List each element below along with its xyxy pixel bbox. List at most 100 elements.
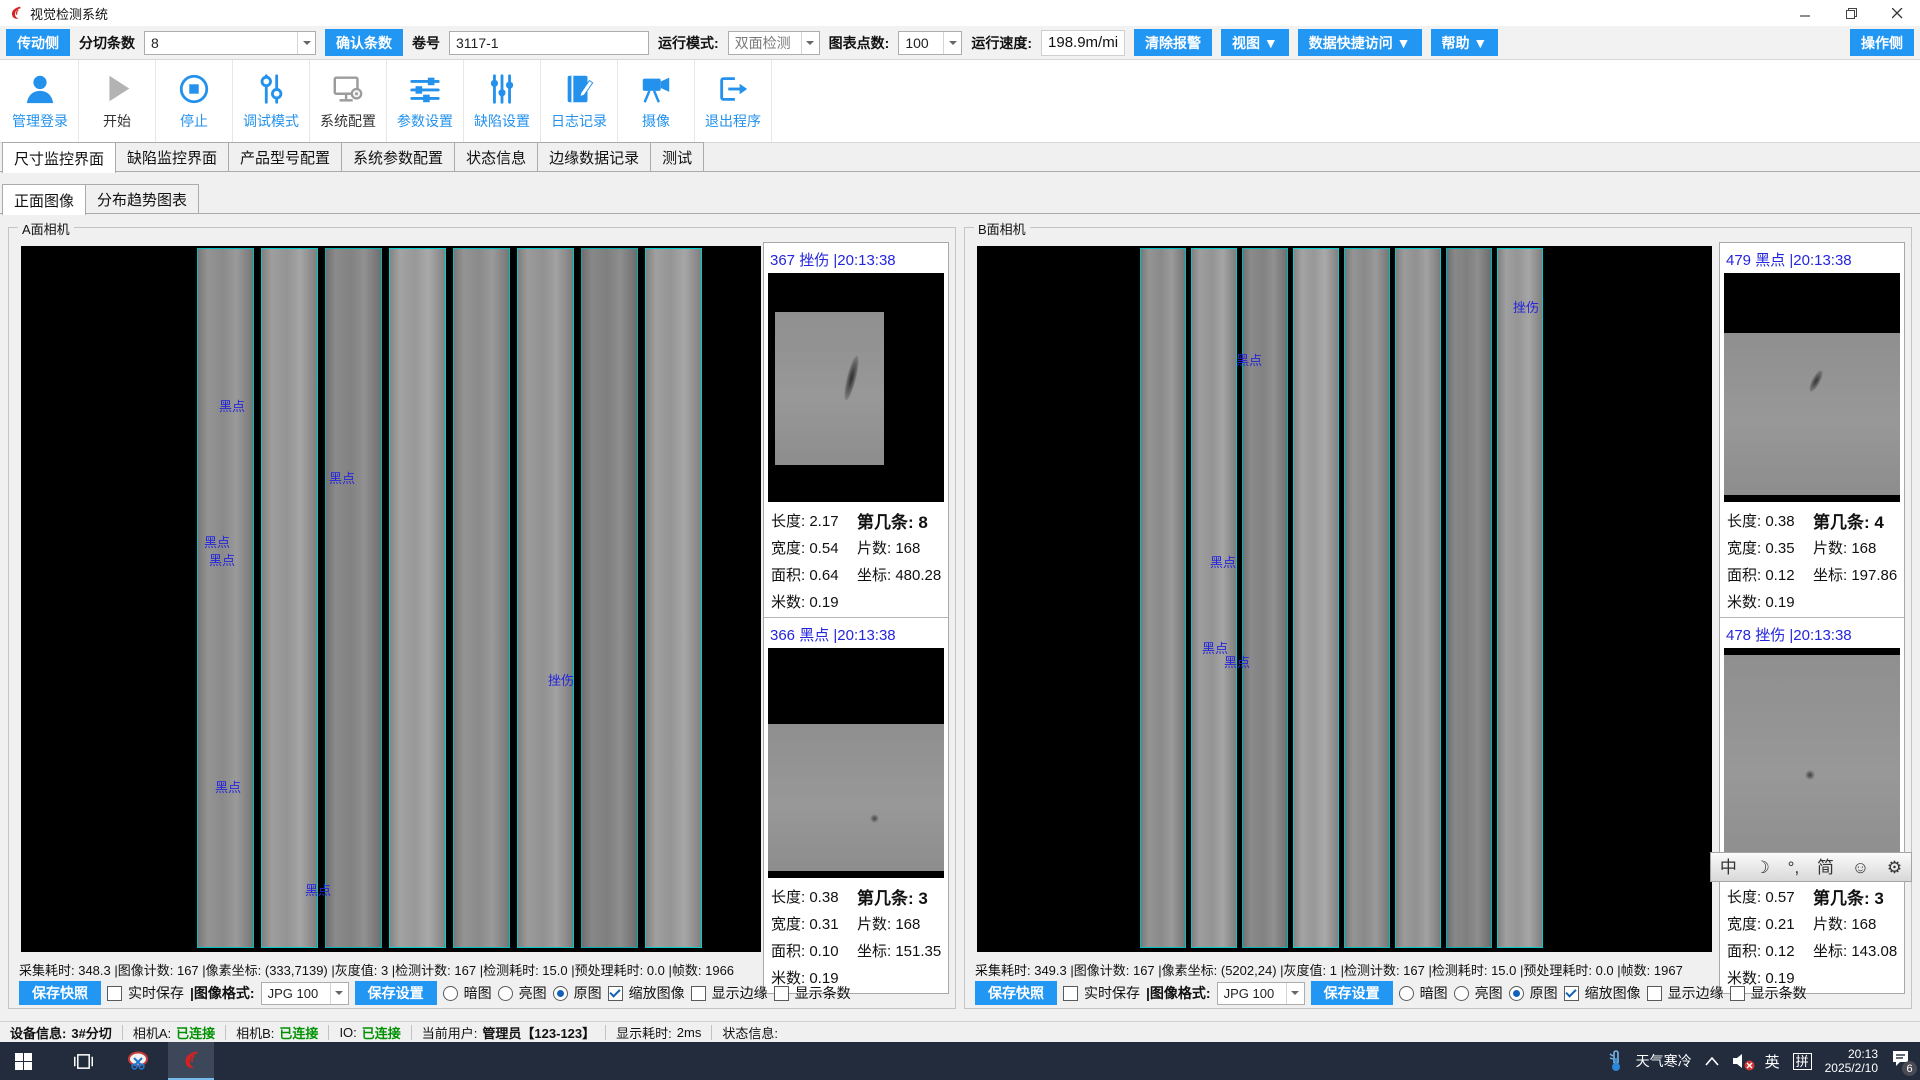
realtime-save-checkbox[interactable] [107, 986, 122, 1001]
stat-value: 0.19 [1765, 594, 1794, 611]
defect-card[interactable]: 367 挫伤 |20:13:38 长度: 2.17第几条: 8 宽度: 0.54… [764, 243, 948, 618]
weather-status[interactable]: 天气寒冷 [1636, 1051, 1692, 1071]
film-strip [1140, 248, 1186, 948]
original-image-radio[interactable] [1509, 986, 1524, 1001]
notification-center-button[interactable]: 6 [1891, 1050, 1910, 1072]
save-settings-button[interactable]: 保存设置 [1311, 981, 1393, 1005]
dark-image-radio[interactable] [1399, 986, 1414, 1001]
realtime-save-label: 实时保存 [1084, 983, 1140, 1003]
zoom-image-checkbox[interactable] [1564, 986, 1579, 1001]
help-menu-button[interactable]: 帮助 ▼ [1431, 29, 1499, 56]
data-quick-access-menu-button[interactable]: 数据快捷访问 ▼ [1298, 29, 1422, 56]
defect-settings-button[interactable]: 缺陷设置 [464, 60, 541, 142]
tab-2[interactable]: 产品型号配置 [228, 142, 342, 171]
tab-0[interactable]: 尺寸监控界面 [2, 142, 116, 173]
ime-simplified-icon[interactable]: 简 [1817, 859, 1834, 876]
subtab-0[interactable]: 正面图像 [2, 184, 86, 215]
stat-label: 面积: [771, 567, 805, 584]
ime-fullwidth-moon-icon[interactable]: ☽ [1755, 859, 1770, 876]
stat-value: 0.10 [809, 943, 838, 960]
split-count-select[interactable]: 8 [144, 31, 316, 55]
ime-pinyin-indicator[interactable]: 拼 [1793, 1053, 1812, 1070]
start-button[interactable]: 开始 [79, 60, 156, 142]
ime-language-indicator[interactable]: 英 [1765, 1051, 1780, 1072]
show-count-checkbox[interactable] [1730, 986, 1745, 1001]
subtab-1[interactable]: 分布趋势图表 [85, 184, 199, 213]
show-edge-checkbox[interactable] [691, 986, 706, 1001]
stat-label: 长度: [771, 513, 805, 530]
film-region [768, 724, 944, 871]
log-record-button[interactable]: 日志记录 [541, 60, 618, 142]
split-count-value: 8 [151, 35, 159, 51]
stat-value: 0.38 [1765, 513, 1794, 530]
icon-toolbar: 管理登录 开始 停止 调试模式 系统配置 参数设置 缺陷设置 日志记录 [0, 60, 1920, 143]
clear-alarm-button[interactable]: 清除报警 [1134, 29, 1212, 56]
stat-value: 143.08 [1851, 943, 1897, 960]
stop-button[interactable]: 停止 [156, 60, 233, 142]
confirm-count-button[interactable]: 确认条数 [325, 29, 403, 56]
debug-mode-button[interactable]: 调试模式 [233, 60, 310, 142]
icon-label: 退出程序 [705, 111, 761, 131]
exit-program-button[interactable]: 退出程序 [695, 60, 772, 142]
hidden-icons-chevron-icon[interactable] [1705, 1057, 1719, 1066]
param-settings-button[interactable]: 参数设置 [387, 60, 464, 142]
minimize-button[interactable] [1782, 0, 1828, 26]
drive-side-button[interactable]: 传动侧 [6, 29, 70, 56]
save-snapshot-button[interactable]: 保存快照 [975, 981, 1057, 1005]
roll-number-input[interactable]: 3117-1 [449, 31, 649, 55]
stat-value: 168 [895, 540, 920, 557]
ime-chinese-mode-icon[interactable]: 中 [1720, 859, 1737, 876]
operate-side-button[interactable]: 操作侧 [1850, 29, 1914, 56]
defect-sliders-icon [485, 72, 519, 106]
tab-4[interactable]: 状态信息 [454, 142, 538, 171]
save-settings-button[interactable]: 保存设置 [355, 981, 437, 1005]
save-snapshot-button[interactable]: 保存快照 [19, 981, 101, 1005]
tab-1[interactable]: 缺陷监控界面 [115, 142, 229, 171]
ime-emoji-icon[interactable]: ☺ [1852, 859, 1869, 876]
defect-card[interactable]: 478 挫伤 |20:13:38 长度: 0.57第几条: 3 宽度: 0.21… [1720, 618, 1904, 993]
snipping-tool-button[interactable] [116, 1042, 162, 1080]
tab-6[interactable]: 测试 [650, 142, 704, 171]
system-config-button[interactable]: 系统配置 [310, 60, 387, 142]
task-view-button[interactable] [60, 1042, 106, 1080]
stat-value: 0.12 [1765, 943, 1794, 960]
camera-b-label: 相机B: [236, 1023, 274, 1042]
close-button[interactable] [1874, 0, 1920, 26]
capture-button[interactable]: 摄像 [618, 60, 695, 142]
zoom-image-checkbox[interactable] [608, 986, 623, 1001]
original-image-radio[interactable] [553, 986, 568, 1001]
vision-app-taskbar-button[interactable] [168, 1042, 214, 1080]
defect-thumbnail [768, 273, 944, 502]
bright-image-radio[interactable] [1454, 986, 1469, 1001]
stop-icon [177, 72, 211, 106]
run-mode-select[interactable]: 双面检测 [728, 31, 820, 55]
defect-card[interactable]: 366 黑点 |20:13:38 长度: 0.38第几条: 3 宽度: 0.31… [764, 618, 948, 993]
image-format-value: JPG 100 [1224, 986, 1275, 1001]
film-region [775, 312, 884, 465]
tab-3[interactable]: 系统参数配置 [341, 142, 455, 171]
admin-login-button[interactable]: 管理登录 [2, 60, 79, 142]
ime-toolbar[interactable]: 中 ☽ °, 简 ☺ ⚙ [1710, 852, 1912, 882]
stat-label: 坐标: [1813, 567, 1847, 584]
defect-card[interactable]: 479 黑点 |20:13:38 长度: 0.38第几条: 4 宽度: 0.35… [1720, 243, 1904, 618]
start-button[interactable] [0, 1042, 46, 1080]
dark-image-radio[interactable] [443, 986, 458, 1001]
ime-punctuation-icon[interactable]: °, [1788, 859, 1800, 876]
tab-5[interactable]: 边缘数据记录 [537, 142, 651, 171]
maximize-button[interactable] [1828, 0, 1874, 26]
volume-muted-icon[interactable] [1732, 1052, 1752, 1070]
stat-value: 2.17 [809, 513, 838, 530]
stat-value: 0.12 [1765, 567, 1794, 584]
show-edge-checkbox[interactable] [1647, 986, 1662, 1001]
realtime-save-checkbox[interactable] [1063, 986, 1078, 1001]
log-icon [562, 72, 596, 106]
taskbar-clock[interactable]: 20:13 2025/2/10 [1825, 1047, 1878, 1075]
image-format-select[interactable]: JPG 100 [1217, 982, 1305, 1005]
display-time-label: 显示耗时: [616, 1023, 672, 1042]
view-menu-button[interactable]: 视图 ▼ [1221, 29, 1289, 56]
image-format-select[interactable]: JPG 100 [261, 982, 349, 1005]
bright-image-radio[interactable] [498, 986, 513, 1001]
show-count-checkbox[interactable] [774, 986, 789, 1001]
ime-settings-gear-icon[interactable]: ⚙ [1887, 859, 1902, 876]
chart-points-select[interactable]: 100 [898, 31, 962, 55]
